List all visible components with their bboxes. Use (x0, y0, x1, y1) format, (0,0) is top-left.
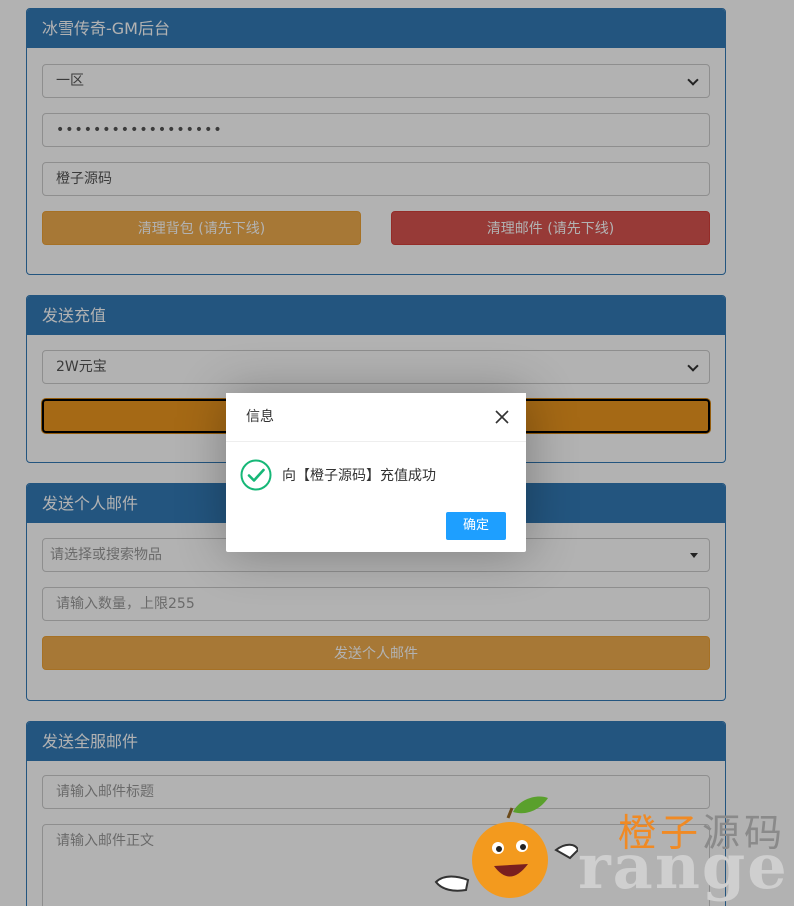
success-check-icon (240, 459, 272, 491)
orange-mascot-logo (434, 796, 578, 898)
close-icon[interactable] (494, 409, 510, 425)
dialog-body: 向【橙子源码】充值成功 (240, 459, 436, 491)
info-dialog: 信息 向【橙子源码】充值成功 确定 (226, 393, 526, 552)
confirm-button[interactable]: 确定 (446, 512, 506, 540)
dialog-message: 向【橙子源码】充值成功 (282, 468, 436, 484)
watermark-en: range (578, 830, 789, 903)
dialog-title: 信息 (226, 393, 526, 442)
orange-watermark: 橙子源码 range (428, 790, 794, 906)
